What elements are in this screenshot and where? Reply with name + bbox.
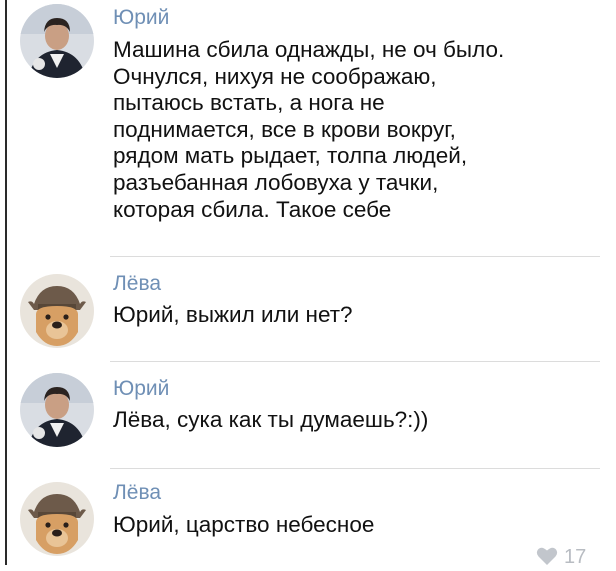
comment-line: разъебанная лобовуха у тачки, — [113, 169, 439, 195]
dog-photo-icon — [20, 274, 94, 348]
comment-line: которая сбила. Такое себе — [113, 196, 392, 222]
comment-text: Юрий, царство небесное — [113, 512, 593, 539]
comment-divider — [110, 468, 600, 469]
comment-line: Юрий, царство небесное — [113, 512, 375, 537]
man-photo-icon — [20, 373, 94, 447]
comment-line: поднимается, все в крови вокруг, — [113, 116, 456, 142]
comment-author[interactable]: Лёва — [113, 272, 161, 296]
comment-line: Лёва, сука как ты думаешь?:)) — [113, 407, 429, 432]
avatar[interactable] — [20, 4, 94, 78]
like-button[interactable]: 17 — [536, 546, 586, 571]
comment-line: Юрий, выжил или нет? — [113, 302, 353, 327]
comment-text: Лёва, сука как ты думаешь?:)) — [113, 407, 593, 434]
comment-line: Машина сбила однажды, не оч было. — [113, 37, 505, 62]
comment-author[interactable]: Лёва — [113, 481, 161, 505]
man-photo-icon — [20, 4, 94, 78]
comment-line: Очнулся, нихуя не соображаю, — [113, 63, 437, 89]
comment-line: рядом мать рыдает, толпа людей, — [113, 143, 468, 169]
avatar[interactable] — [20, 482, 94, 556]
comment-divider — [110, 361, 600, 362]
comment-text: Машина сбила однажды, не оч было. Очнулс… — [113, 37, 593, 223]
avatar[interactable] — [20, 373, 94, 447]
avatar[interactable] — [20, 274, 94, 348]
heart-icon — [536, 546, 558, 571]
comment-divider — [110, 256, 600, 257]
comment-author[interactable]: Юрий — [113, 377, 169, 401]
comment-thread: Юрий Машина сбила однажды, не оч было. О… — [0, 0, 616, 568]
comment-author[interactable]: Юрий — [113, 6, 169, 30]
comment-line: пытаюсь встать, а нога не — [113, 90, 385, 116]
left-border — [5, 0, 7, 565]
dog-photo-icon — [20, 482, 94, 556]
comment-text: Юрий, выжил или нет? — [113, 302, 593, 329]
